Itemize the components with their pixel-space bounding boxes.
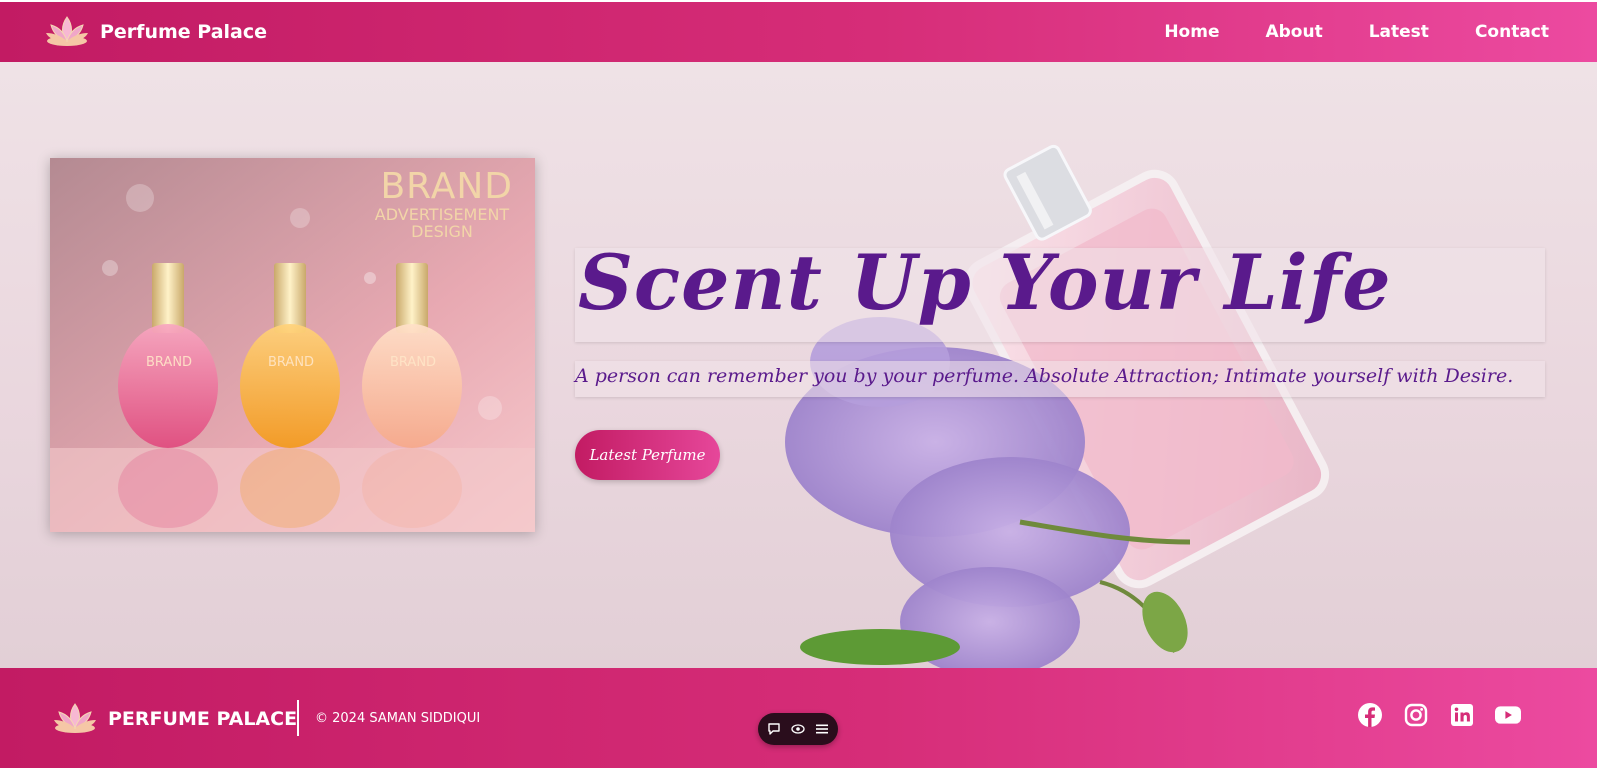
lotus-icon	[44, 13, 90, 51]
latest-perfume-button[interactable]: Latest Perfume	[575, 430, 720, 480]
ad-brand-title: BRAND	[380, 166, 513, 207]
eye-icon[interactable]	[790, 721, 806, 737]
footer-brand[interactable]: PERFUME PALACE	[52, 700, 297, 738]
footer-divider	[297, 700, 299, 736]
hero-headline: Scent Up Your Life	[578, 238, 1392, 327]
youtube-icon[interactable]	[1495, 702, 1521, 728]
hero-tagline: A person can remember you by your perfum…	[575, 365, 1514, 387]
bottle-label: BRAND	[268, 355, 315, 370]
advertisement-image: BRAND ADVERTISEMENT DESIGN BRAND BRAND B…	[50, 158, 535, 532]
ad-subtitle: ADVERTISEMENT DESIGN	[374, 205, 510, 241]
nav-link-about[interactable]: About	[1265, 22, 1322, 42]
brand-name: Perfume Palace	[100, 21, 267, 43]
bottle-label: BRAND	[146, 355, 193, 370]
social-links	[1357, 702, 1521, 728]
footer-copyright: © 2024 SAMAN SIDDIQUI	[315, 711, 481, 726]
navbar: Perfume Palace Home About Latest Contact	[0, 2, 1597, 62]
floating-toolbar	[758, 713, 838, 745]
nav-link-contact[interactable]: Contact	[1475, 22, 1549, 42]
menu-icon[interactable]	[814, 721, 830, 737]
nav-link-latest[interactable]: Latest	[1369, 22, 1429, 42]
bottle-label: BRAND	[390, 355, 437, 370]
hero-section: BRAND ADVERTISEMENT DESIGN BRAND BRAND B…	[0, 62, 1597, 668]
nav-link-home[interactable]: Home	[1164, 22, 1219, 42]
linkedin-icon[interactable]	[1449, 702, 1475, 728]
nav-links: Home About Latest Contact	[1164, 22, 1549, 42]
lotus-icon	[52, 700, 98, 738]
footer-brand-name: PERFUME PALACE	[108, 708, 298, 730]
comment-icon[interactable]	[766, 721, 782, 737]
instagram-icon[interactable]	[1403, 702, 1429, 728]
facebook-icon[interactable]	[1357, 702, 1383, 728]
brand[interactable]: Perfume Palace	[44, 13, 267, 51]
